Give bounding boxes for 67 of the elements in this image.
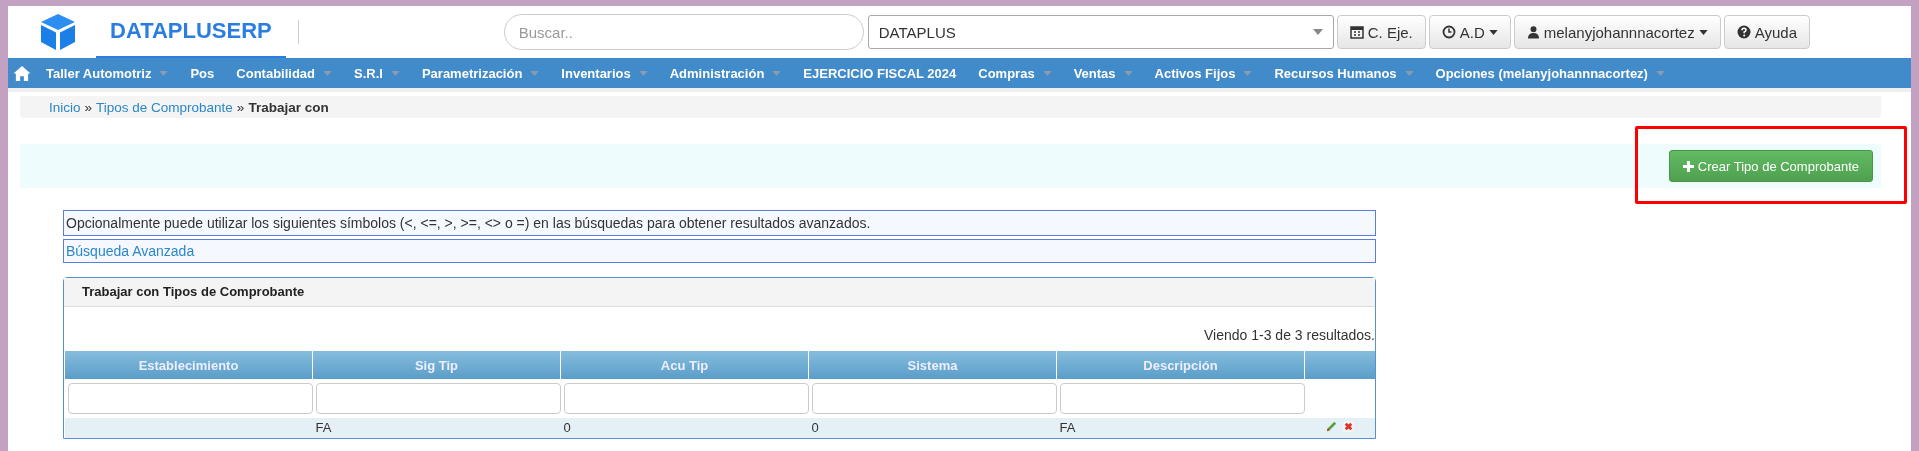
pencil-icon[interactable] — [1324, 420, 1338, 433]
toolbar-button[interactable]: A.D — [1428, 15, 1511, 49]
plus-icon — [1682, 160, 1694, 172]
caret-icon — [1042, 70, 1052, 76]
caret-icon — [1488, 29, 1498, 35]
table-cell: 0 — [811, 420, 819, 435]
breadcrumb-link[interactable]: Tipos de Comprobante — [96, 99, 233, 115]
breadcrumb-current: Trabajar con — [248, 99, 329, 115]
nav-menu-item[interactable]: S.R.I — [354, 65, 400, 81]
company-select[interactable]: DATAPLUS — [867, 15, 1334, 49]
nav-menu-item[interactable]: Parametrización — [421, 65, 540, 81]
toolbar-button[interactable]: C. Eje. — [1336, 15, 1426, 49]
create-button[interactable]: Crear Tipo de Comprobante — [1668, 150, 1873, 182]
nav-menu-item[interactable]: Compras — [978, 65, 1052, 81]
column-header[interactable]: Establecimiento — [64, 351, 313, 379]
home-icon[interactable] — [12, 64, 32, 82]
user-icon — [1526, 25, 1540, 39]
caret-icon — [159, 70, 169, 76]
caret-icon — [638, 70, 648, 76]
table-cell: FA — [315, 420, 332, 435]
cube-logo-icon — [38, 12, 78, 52]
caret-icon — [390, 70, 400, 76]
column-header[interactable]: Acu Tip — [560, 351, 809, 379]
caret-icon — [1404, 70, 1414, 76]
advanced-search-link[interactable]: Búsqueda Avanzada — [63, 239, 1376, 263]
column-header[interactable]: Sig Tip — [312, 351, 561, 379]
breadcrumb-separator: » — [84, 99, 93, 115]
column-header — [1304, 351, 1375, 379]
filter-input[interactable] — [1059, 383, 1305, 414]
caret-icon — [323, 70, 332, 76]
nav-menu-item[interactable]: Activos Fijos — [1154, 65, 1253, 81]
clock-icon — [1441, 25, 1456, 39]
calendar-icon — [1349, 25, 1364, 39]
caret-icon — [1698, 29, 1708, 35]
filter-input[interactable] — [67, 383, 313, 414]
column-header[interactable]: Descripción — [1056, 351, 1305, 379]
nav-menu-item[interactable]: Recursos Humanos — [1274, 65, 1414, 81]
nav-menu-item[interactable]: Taller Automotriz — [46, 65, 169, 81]
caret-icon — [772, 70, 782, 76]
search-field[interactable]: Buscar.. — [503, 14, 864, 50]
user-menu-button[interactable]: melanyjohannnacortez — [1513, 15, 1721, 49]
caret-icon — [530, 70, 540, 76]
panel-title: Trabajar con Tipos de Comprobante — [64, 278, 1375, 307]
breadcrumb-separator: » — [236, 99, 245, 115]
nav-menu-item[interactable]: Inventarios — [561, 65, 648, 81]
delete-icon[interactable] — [1341, 420, 1355, 433]
column-header[interactable]: Sistema — [808, 351, 1057, 379]
nav-menu-item[interactable]: EJERCICIO FISCAL 2024 — [803, 65, 957, 81]
nav-menu-item[interactable]: Opciones (melanyjohannnacortez) — [1435, 65, 1665, 81]
caret-icon — [1655, 70, 1665, 76]
breadcrumb-link[interactable]: Inicio — [49, 99, 81, 115]
table-cell: 0 — [563, 420, 571, 435]
table-cell: FA — [1059, 420, 1076, 435]
results-summary: Viendo 1-3 de 3 resultados. — [1204, 327, 1375, 343]
search-hint-text: Opcionalmente puede utilizar los siguientes símbolos (<, <=, >, >=, <> o =) en las búsquedas para obtener resultados avanzados. — [63, 210, 1376, 236]
caret-icon — [1123, 70, 1133, 76]
help-button[interactable]: Ayuda — [1723, 15, 1810, 49]
nav-menu-item[interactable]: Pos — [190, 65, 215, 81]
caret-icon — [1243, 70, 1253, 76]
help-icon — [1736, 25, 1751, 39]
caret-icon — [1312, 29, 1323, 35]
nav-menu-item[interactable]: Administración — [669, 65, 782, 81]
nav-menu-item[interactable]: Contabilidad — [236, 65, 332, 81]
filter-input[interactable] — [811, 383, 1057, 414]
filter-input[interactable] — [315, 383, 561, 414]
nav-menu-item[interactable]: Ventas — [1073, 65, 1133, 81]
filter-input[interactable] — [563, 383, 809, 414]
